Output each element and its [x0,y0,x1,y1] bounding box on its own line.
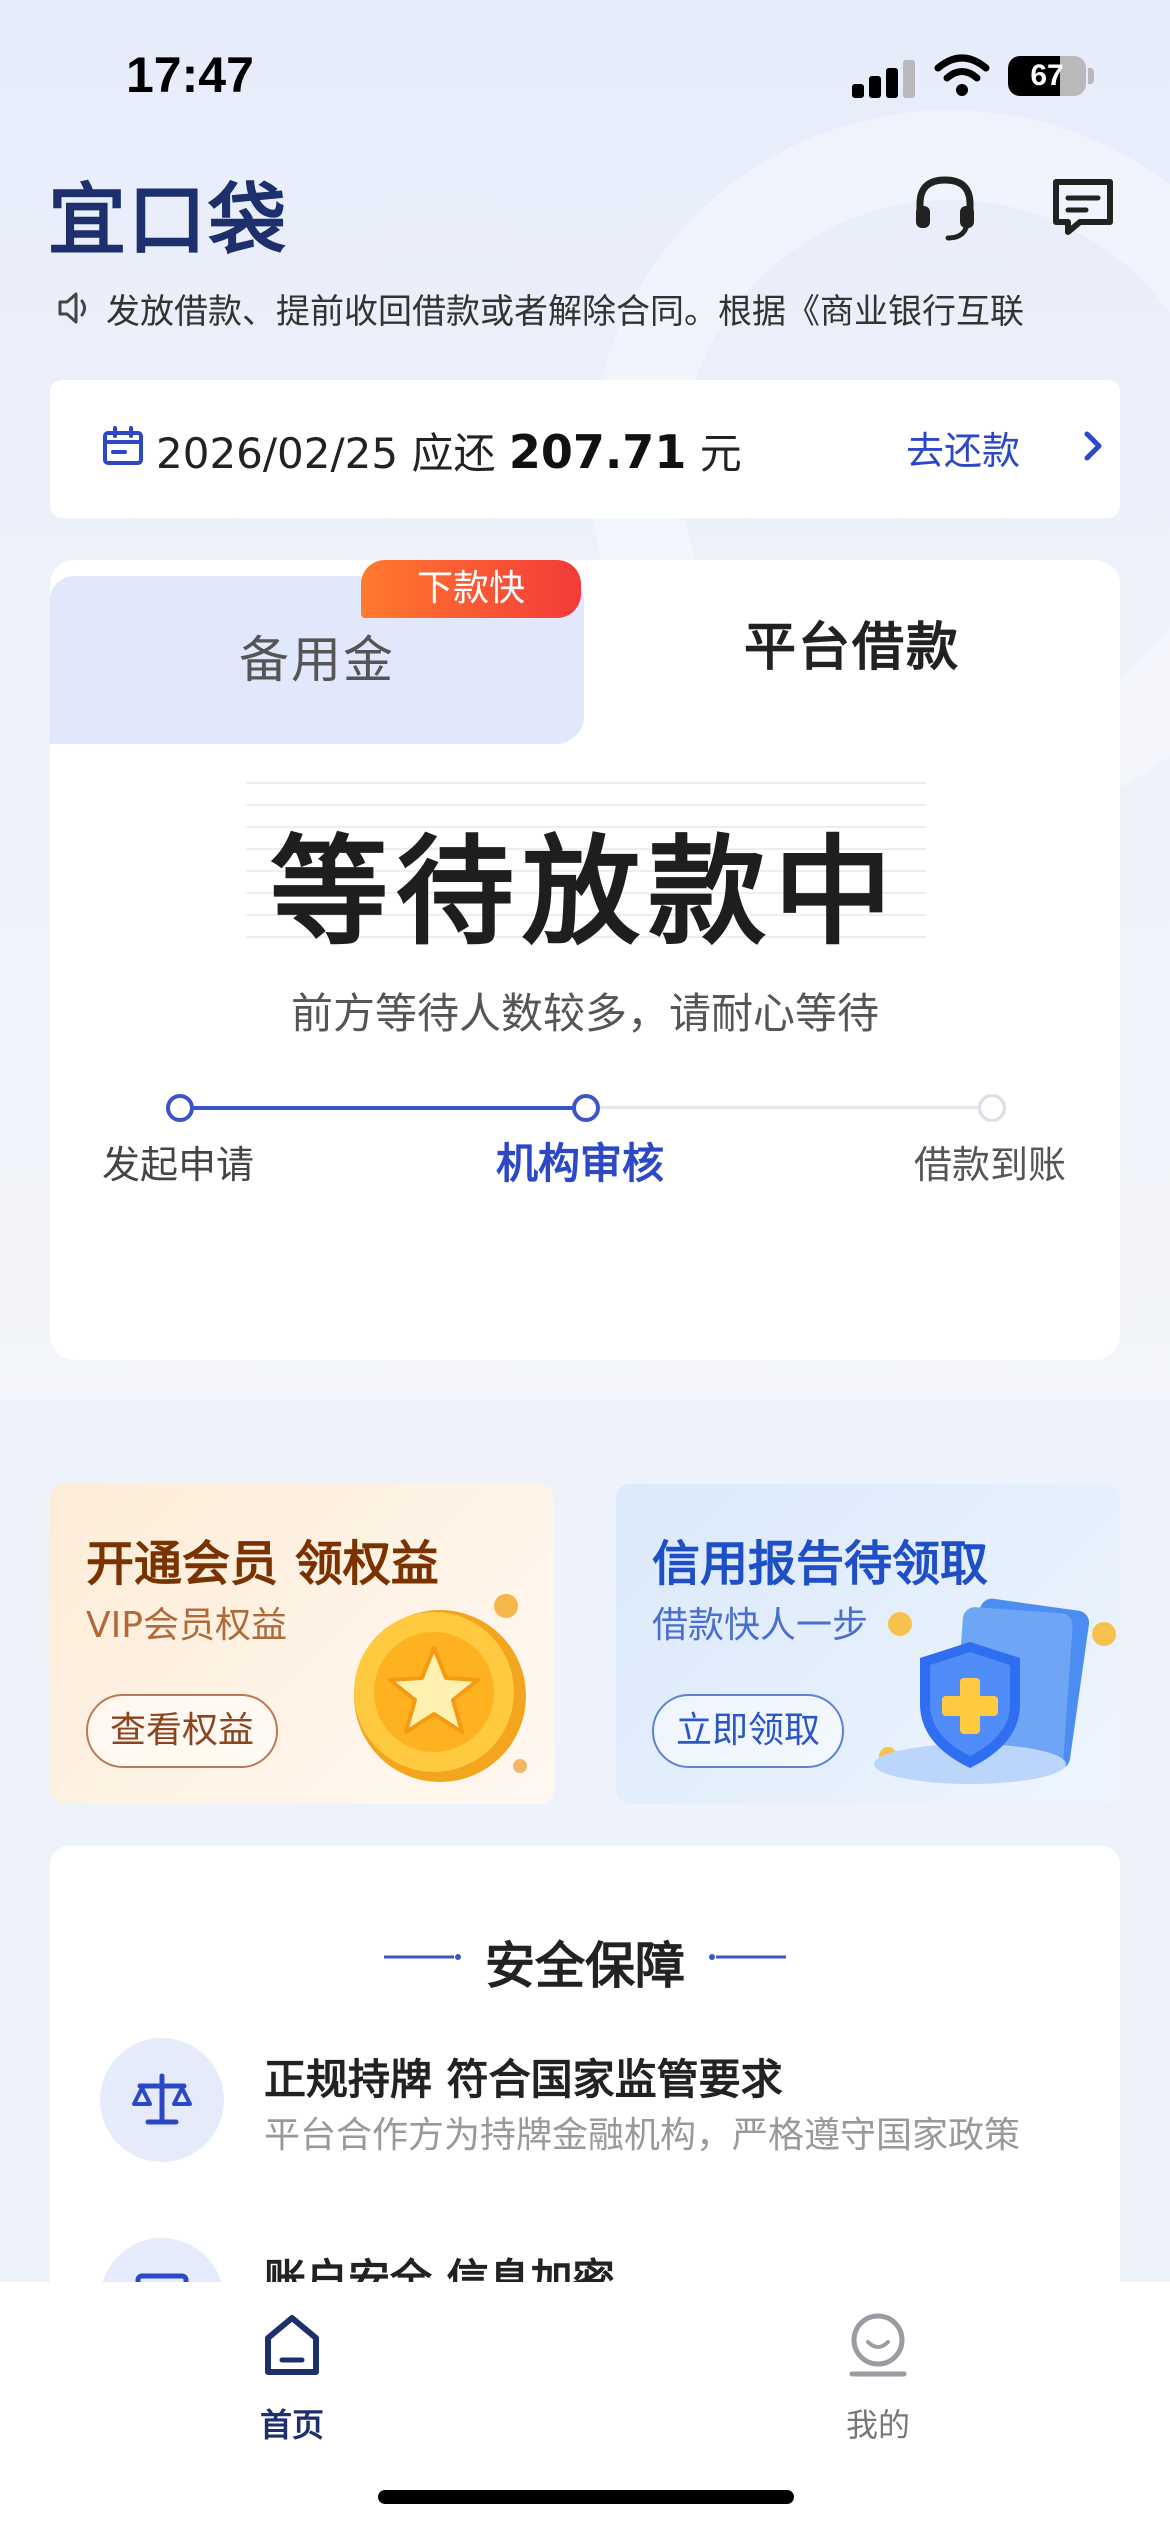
message-icon[interactable] [1046,170,1120,244]
repayment-unit: 元 [699,429,742,478]
headset-icon[interactable] [908,170,982,244]
step-label-apply: 发起申请 [102,1143,255,1187]
repayment-amount: 207.71 [508,425,687,479]
gold-star-coin-icon [354,1594,527,1782]
status-time: 17:47 [126,47,254,103]
progress-line-pending [586,1106,996,1109]
wifi-icon [934,54,990,96]
repayment-date: 2026/02/25 [156,429,399,478]
step-label-review: 机构审核 [496,1139,665,1188]
repayment-summary: 2026/02/25 应还 207.71 元 [156,420,742,481]
vip-promo-subtitle: VIP会员权益 [86,1605,287,1646]
safety-section: 安全保障 正规持牌 符合国家监管要求 平台合作方为持牌金融机构，严格遵守国家政策… [50,1846,1120,2362]
tab-platform-loan[interactable]: 平台借款 [584,560,1120,736]
calendar-icon [103,426,143,465]
fast-payout-badge: 下款快 [361,560,581,618]
claim-now-button[interactable]: 立即领取 [652,1694,845,1768]
vip-promo-card[interactable]: 开通会员 领权益 VIP会员权益 查看权益 [50,1484,554,1804]
app-logo: 宜口袋 [48,176,289,266]
safety-title: 安全保障 [485,1937,685,1995]
repayment-label: 应还 [411,429,496,478]
home-indicator [378,2490,794,2504]
status-bar: 17:47 67 [0,0,1170,150]
home-icon [265,2315,319,2375]
safety-item-title: 正规持牌 符合国家监管要求 [264,2055,783,2104]
scale-icon [100,2038,224,2162]
profile-icon [849,2313,907,2377]
blue-shield-report-icon [874,1598,1116,1784]
view-benefits-button[interactable]: 查看权益 [86,1694,279,1768]
credit-promo-subtitle: 借款快人一步 [652,1605,869,1646]
battery-icon: 67 [1008,56,1086,96]
battery-level: 67 [1030,59,1064,92]
step-dot-disbursed [978,1094,1006,1122]
loan-status-subtitle: 前方等待人数较多，请耐心等待 [290,989,879,1038]
step-dot-review [572,1094,600,1122]
repayment-card[interactable]: 2026/02/25 应还 207.71 元 去还款 [50,380,1120,518]
progress-line-complete [180,1106,586,1110]
battery-cap [1088,68,1094,84]
credit-report-promo-card[interactable]: 信用报告待领取 借款快人一步 立即领取 [616,1484,1120,1804]
tab-home-label: 首页 [259,2406,324,2444]
step-dot-apply [166,1094,194,1122]
cellular-signal-icon [852,58,916,98]
step-label-disbursed: 借款到账 [914,1143,1067,1187]
notice-marquee[interactable]: 发放借款、提前收回借款或者解除合同。根据《商业银行互联 [54,280,1124,336]
tab-profile[interactable]: 我的 [798,2312,958,2462]
safety-item-desc: 平台合作方为持牌金融机构，严格遵守国家政策 [264,2115,1021,2156]
tab-home[interactable]: 首页 [212,2312,372,2462]
title-decoration-right [709,1954,786,1960]
loan-status-card: 备用金 平台借款 下款快 等待放款中 前方等待人数较多，请耐心等待 发起申请 机… [50,560,1120,1360]
notice-text: 发放借款、提前收回借款或者解除合同。根据《商业银行互联 [106,292,1024,332]
tab-profile-label: 我的 [845,2406,910,2444]
loan-status-title: 等待放款中 [269,823,900,961]
chevron-right-icon[interactable] [1078,426,1108,466]
speaker-icon [58,292,86,324]
go-repay-link[interactable]: 去还款 [906,420,1020,475]
